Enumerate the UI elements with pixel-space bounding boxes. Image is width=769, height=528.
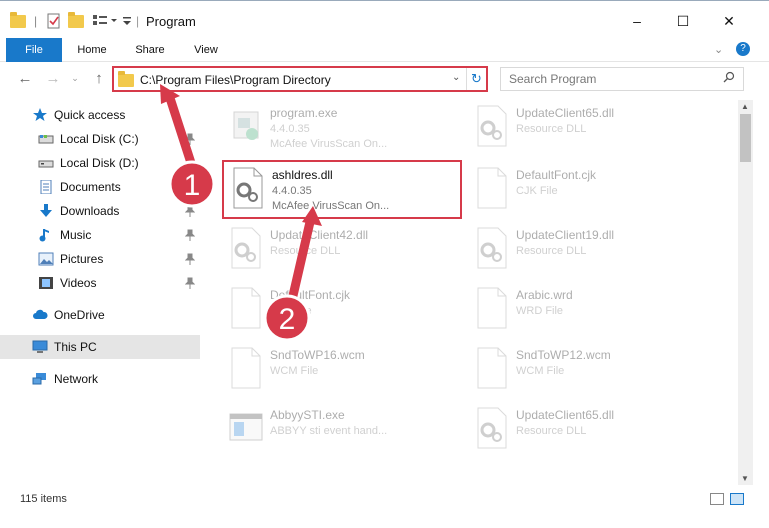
file-item[interactable]: AbbyySTI.exe ABBYY sti event hand... (222, 402, 462, 458)
minimize-button[interactable]: – (614, 6, 660, 36)
close-button[interactable]: ✕ (706, 6, 752, 36)
search-icon[interactable] (723, 71, 735, 83)
customize-toolbar-icon[interactable] (92, 11, 120, 31)
computer-icon (32, 340, 48, 353)
folder-icon (118, 70, 134, 87)
scrollbar-thumb[interactable] (740, 114, 751, 162)
window-title: Program (146, 14, 196, 29)
file-highlight-box (222, 160, 462, 219)
sidebar-item-documents[interactable]: Documents (0, 175, 200, 199)
dll-gear-icon (477, 227, 507, 269)
drive-icon (38, 135, 54, 144)
file-item[interactable]: SndToWP12.wcm WCM File (468, 342, 708, 398)
videos-icon (39, 277, 53, 289)
file-item[interactable]: UpdateClient19.dll Resource DLL (468, 222, 708, 278)
maximize-button[interactable]: ☐ (660, 6, 706, 36)
sidebar-item-local-disk-d[interactable]: Local Disk (D:) (0, 151, 200, 175)
pin-icon[interactable] (185, 229, 195, 241)
divider: | (136, 14, 140, 28)
address-bar[interactable]: C:\Program Files\Program Directory ⌄ ↻ (112, 66, 488, 92)
sidebar-item-downloads[interactable]: Downloads (0, 199, 200, 223)
scroll-up-icon[interactable]: ▲ (741, 102, 749, 111)
file-item[interactable]: Arabic.wrd WRD File (468, 282, 708, 338)
expand-ribbon-icon[interactable]: ⌄ (714, 43, 723, 56)
pin-icon[interactable] (185, 253, 195, 265)
download-icon (40, 204, 52, 217)
properties-icon[interactable] (46, 11, 62, 31)
search-box[interactable]: Search Program (500, 67, 744, 91)
blank-file-icon (477, 347, 507, 389)
documents-icon (40, 180, 52, 194)
blank-file-icon (231, 287, 261, 329)
file-view: program.exe 4.4.0.35 McAfee VirusScan On… (200, 100, 738, 485)
vertical-scrollbar[interactable]: ▲ ▼ (738, 100, 753, 485)
ribbon-tabs: File Home Share View ⌄ ? (0, 38, 769, 62)
blank-file-icon (231, 347, 261, 389)
divider: | (34, 14, 38, 28)
details-view-icon[interactable] (710, 493, 724, 505)
help-icon[interactable]: ? (736, 42, 750, 56)
network-icon (32, 373, 46, 385)
dll-gear-icon (477, 105, 507, 147)
pin-icon[interactable] (185, 205, 195, 217)
pin-icon[interactable] (185, 277, 195, 289)
pin-icon[interactable] (185, 181, 195, 193)
address-path: C:\Program Files\Program Directory (140, 73, 331, 87)
file-item[interactable]: UpdateClient65.dll Resource DLL (468, 402, 708, 458)
file-item[interactable]: DefaultFont.cjk CJK File (468, 162, 708, 218)
music-icon (39, 229, 49, 242)
qa-dropdown-icon[interactable] (122, 11, 132, 31)
drive-icon (38, 160, 54, 168)
file-item[interactable]: SndToWP16.wcm WCM File (222, 342, 462, 398)
sidebar-item-onedrive[interactable]: OneDrive (0, 303, 200, 327)
dll-gear-icon (477, 407, 507, 449)
back-arrow-icon[interactable]: ← (16, 69, 34, 87)
tab-home[interactable]: Home (70, 38, 114, 62)
pin-icon[interactable] (185, 133, 195, 145)
scroll-down-icon[interactable]: ▼ (741, 474, 749, 483)
navigation-bar: ← → ⌄ ↑ C:\Program Files\Program Directo… (0, 62, 769, 94)
sidebar-item-local-disk-c[interactable]: Local Disk (C:) (0, 127, 200, 151)
file-item[interactable]: UpdateClient42.dll Resource DLL (222, 222, 462, 278)
tab-view[interactable]: View (186, 38, 226, 62)
dll-gear-icon (231, 227, 261, 269)
large-icons-view-icon[interactable] (730, 493, 744, 505)
folder-icon (10, 11, 26, 31)
item-count: 115 items (20, 493, 67, 505)
exe-icon (233, 111, 259, 140)
tab-file[interactable]: File (6, 38, 62, 62)
refresh-icon[interactable]: ↻ (466, 68, 486, 90)
sidebar-item-quick-access[interactable]: Quick access (0, 103, 200, 127)
navigation-pane: Quick access Local Disk (C:) Local Disk … (0, 100, 200, 485)
pictures-icon (38, 252, 54, 266)
sidebar-item-videos[interactable]: Videos (0, 271, 200, 295)
window-bottom-edge (0, 510, 769, 528)
sidebar-item-network[interactable]: Network (0, 367, 200, 391)
file-item[interactable]: DefaultFont.cjk CJK File (222, 282, 462, 338)
star-icon (33, 108, 47, 121)
chevron-down-icon[interactable]: ⌄ (452, 72, 460, 83)
up-arrow-icon[interactable]: ↑ (90, 69, 108, 87)
exe-window-icon (229, 413, 263, 441)
title-bar: | | Program – ☐ ✕ (0, 0, 769, 38)
cloud-icon (33, 309, 48, 319)
tab-share[interactable]: Share (128, 38, 172, 62)
recent-locations-icon[interactable]: ⌄ (66, 69, 84, 87)
blank-file-icon (477, 167, 507, 209)
status-bar: 115 items (0, 488, 769, 510)
search-placeholder: Search Program (509, 72, 597, 86)
sidebar-item-this-pc[interactable]: This PC (0, 335, 200, 359)
sidebar-item-music[interactable]: Music (0, 223, 200, 247)
file-item[interactable]: UpdateClient65.dll Resource DLL (468, 100, 708, 156)
new-folder-icon[interactable] (68, 11, 84, 31)
file-item[interactable]: program.exe 4.4.0.35 McAfee VirusScan On… (222, 100, 462, 156)
sidebar-item-pictures[interactable]: Pictures (0, 247, 200, 271)
blank-file-icon (477, 287, 507, 329)
forward-arrow-icon[interactable]: → (44, 69, 62, 87)
